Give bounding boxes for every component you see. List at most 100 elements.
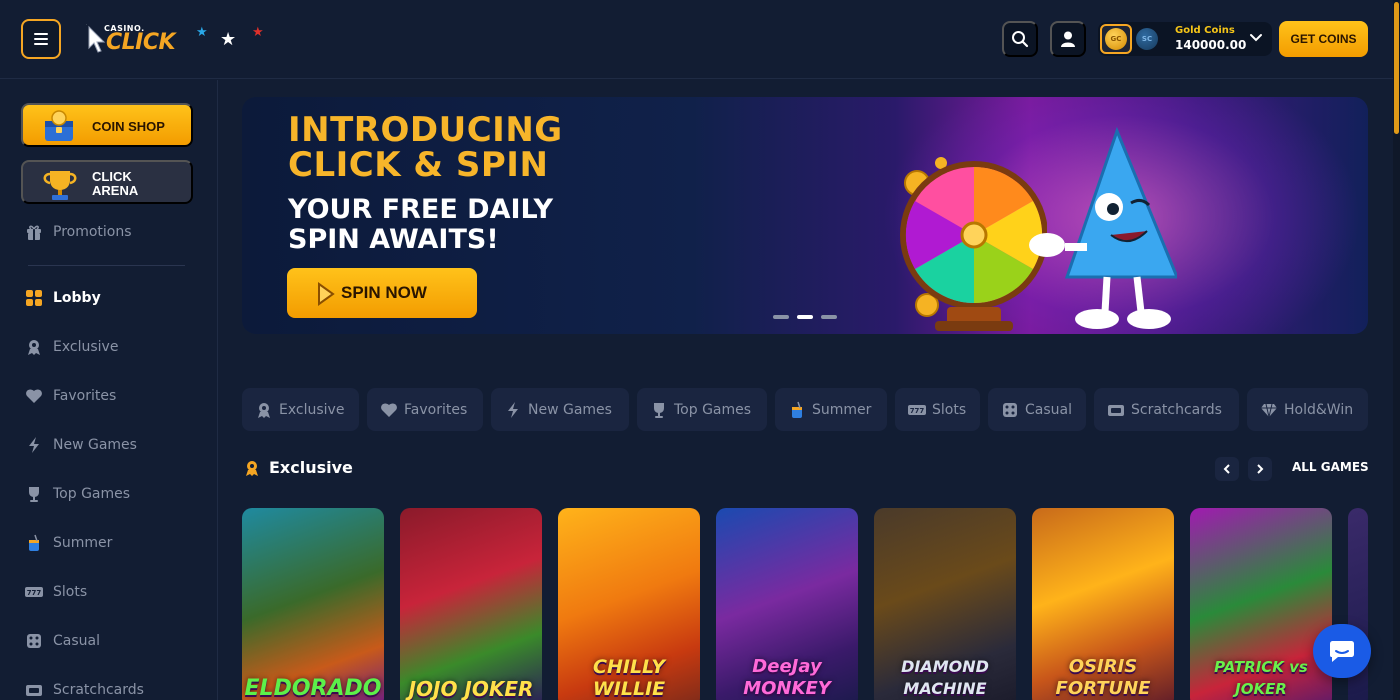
category-chip-label: Casual (1025, 401, 1072, 418)
banner-subheadline-line2: SPIN AWAITS! (288, 224, 499, 255)
logo-main-text: CLICK (106, 30, 176, 55)
chat-icon (1330, 641, 1354, 662)
category-chip-label: Hold&Win (1284, 401, 1354, 418)
game-title: OSIRIS FORTUNE (1055, 656, 1151, 699)
game-tile-eldorado[interactable]: ELDORADO (242, 508, 384, 700)
slots-icon: 777 (25, 583, 43, 601)
game-tile-patrick-vs-joker[interactable]: PATRICK vs JOKER (1190, 508, 1332, 700)
sidebar-item-label: Promotions (53, 224, 132, 240)
category-chip-casual[interactable]: Casual (988, 388, 1086, 431)
slots-icon: 777 (908, 401, 926, 419)
dice-icon (1001, 401, 1019, 419)
category-chip-exclusive[interactable]: Exclusive (242, 388, 359, 431)
heart-icon (380, 401, 398, 419)
banner-headline-line2: CLICK & SPIN (288, 145, 549, 185)
sidebar-item-favorites[interactable]: Favorites (25, 386, 116, 406)
category-chip-label: Slots (932, 401, 967, 418)
sidebar-item-scratchcards[interactable]: Scratchcards (25, 680, 144, 700)
banner-subheadline: YOUR FREE DAILY SPIN AWAITS! (288, 195, 553, 255)
sidebar-item-casual[interactable]: Casual (25, 631, 100, 651)
sidebar-item-label: Summer (53, 535, 113, 551)
blue-star-icon: ★ (196, 25, 208, 40)
wallet-currency-label: Gold Coins (1175, 25, 1235, 36)
game-title: DeeJay MONKEY (743, 656, 831, 699)
sidebar-item-label: Top Games (53, 486, 131, 502)
carousel-dot[interactable] (821, 315, 837, 319)
gift-icon (27, 225, 41, 240)
sidebar-divider (28, 265, 185, 266)
click-arena-label-line1: CLICK (92, 169, 132, 184)
sidebar-item-summer[interactable]: Summer (25, 533, 112, 553)
category-chip-scratchcards[interactable]: Scratchcards (1094, 388, 1239, 431)
gold-coin-toggle[interactable]: GC (1100, 24, 1132, 54)
page-scrollbar-thumb[interactable] (1394, 2, 1399, 134)
carousel-dot-active[interactable] (797, 315, 813, 319)
sidebar-item-promotions[interactable]: Promotions (25, 223, 132, 241)
category-chip-hold-and-win[interactable]: Hold&Win (1247, 388, 1368, 431)
category-chip-slots[interactable]: 777 Slots (895, 388, 980, 431)
category-chip-label: New Games (528, 401, 612, 418)
search-icon (1012, 31, 1029, 48)
casino-click-logo[interactable]: CASINO. CLICK (82, 22, 192, 56)
category-chip-favorites[interactable]: Favorites (367, 388, 483, 431)
game-tile-diamond-machine[interactable]: DIAMOND MACHINE (874, 508, 1016, 700)
hamburger-icon (34, 33, 48, 45)
drink-icon (25, 534, 43, 552)
bolt-icon (504, 401, 522, 419)
sidebar-item-label: New Games (53, 437, 137, 453)
wallet-balance: 140000.00 (1175, 38, 1247, 52)
all-games-link[interactable]: ALL GAMES (1292, 460, 1369, 474)
spin-now-button[interactable]: SPIN NOW (287, 268, 477, 318)
get-coins-button[interactable]: GET COINS (1279, 21, 1368, 57)
game-title: PATRICK vs JOKER (1214, 658, 1308, 698)
category-chip-top-games[interactable]: Top Games (637, 388, 767, 431)
trophy-icon (25, 485, 43, 503)
red-star-icon: ★ (252, 25, 264, 40)
banner-headline: INTRODUCING CLICK & SPIN (288, 113, 563, 183)
sidebar-item-exclusive[interactable]: Exclusive (25, 337, 118, 357)
click-arena-button[interactable]: CLICK ARENA (21, 160, 193, 204)
game-tile-jojo-joker[interactable]: JOJO JOKER (400, 508, 542, 700)
sidebar-item-lobby[interactable]: Lobby (25, 288, 101, 308)
live-chat-button[interactable] (1313, 624, 1371, 678)
mascot-cursor-character (1029, 127, 1177, 329)
award-icon (25, 338, 43, 356)
gold-coin-icon: GC (1105, 28, 1127, 50)
bolt-icon (25, 436, 43, 454)
category-chip-new-games[interactable]: New Games (491, 388, 629, 431)
carousel-prev-button[interactable] (1215, 457, 1239, 481)
game-title: DIAMOND MACHINE (901, 657, 989, 698)
game-tile-chilly-willie[interactable]: CHILLY WILLIE (558, 508, 700, 700)
section-title: Exclusive (269, 458, 353, 477)
wallet-selector[interactable]: GC SC Gold Coins 140000.00 (1098, 22, 1272, 56)
ticket-icon (25, 681, 43, 699)
rating-stars: ★ ★ ★ (196, 26, 268, 50)
trophy-icon (650, 401, 668, 419)
sidebar-item-label: Exclusive (53, 339, 119, 355)
coin-shop-button[interactable]: COIN SHOP (21, 103, 193, 147)
game-tile-osiris-fortune[interactable]: OSIRIS FORTUNE (1032, 508, 1174, 700)
game-tile-deejay-monkey[interactable]: DeeJay MONKEY (716, 508, 858, 700)
sidebar-item-top-games[interactable]: Top Games (25, 484, 130, 504)
carousel-next-button[interactable] (1248, 457, 1272, 481)
menu-button[interactable] (21, 19, 61, 59)
carousel-dot[interactable] (773, 315, 789, 319)
chevron-down-icon[interactable] (1249, 30, 1263, 44)
gem-icon (1260, 401, 1278, 419)
drink-icon (788, 401, 806, 419)
game-title: ELDORADO (244, 676, 382, 700)
sidebar-item-label: Favorites (53, 388, 117, 404)
sidebar-item-label: Casual (53, 633, 100, 649)
sidebar-item-slots[interactable]: 777 Slots (25, 582, 87, 602)
top-header: CASINO. CLICK ★ ★ ★ GC SC Gold Coins 140… (0, 0, 1400, 79)
section-header-exclusive: Exclusive (243, 458, 353, 477)
sweeps-coin-toggle[interactable]: SC (1136, 28, 1158, 50)
award-icon (246, 460, 258, 476)
sidebar: COIN SHOP CLICK ARENA Promotions Lobby E… (0, 80, 218, 700)
search-button[interactable] (1002, 21, 1038, 57)
category-chip-summer[interactable]: Summer (775, 388, 887, 431)
profile-button[interactable] (1050, 21, 1086, 57)
play-icon (318, 282, 335, 306)
promo-banner[interactable]: INTRODUCING CLICK & SPIN YOUR FREE DAILY… (242, 97, 1368, 334)
sidebar-item-new-games[interactable]: New Games (25, 435, 137, 455)
